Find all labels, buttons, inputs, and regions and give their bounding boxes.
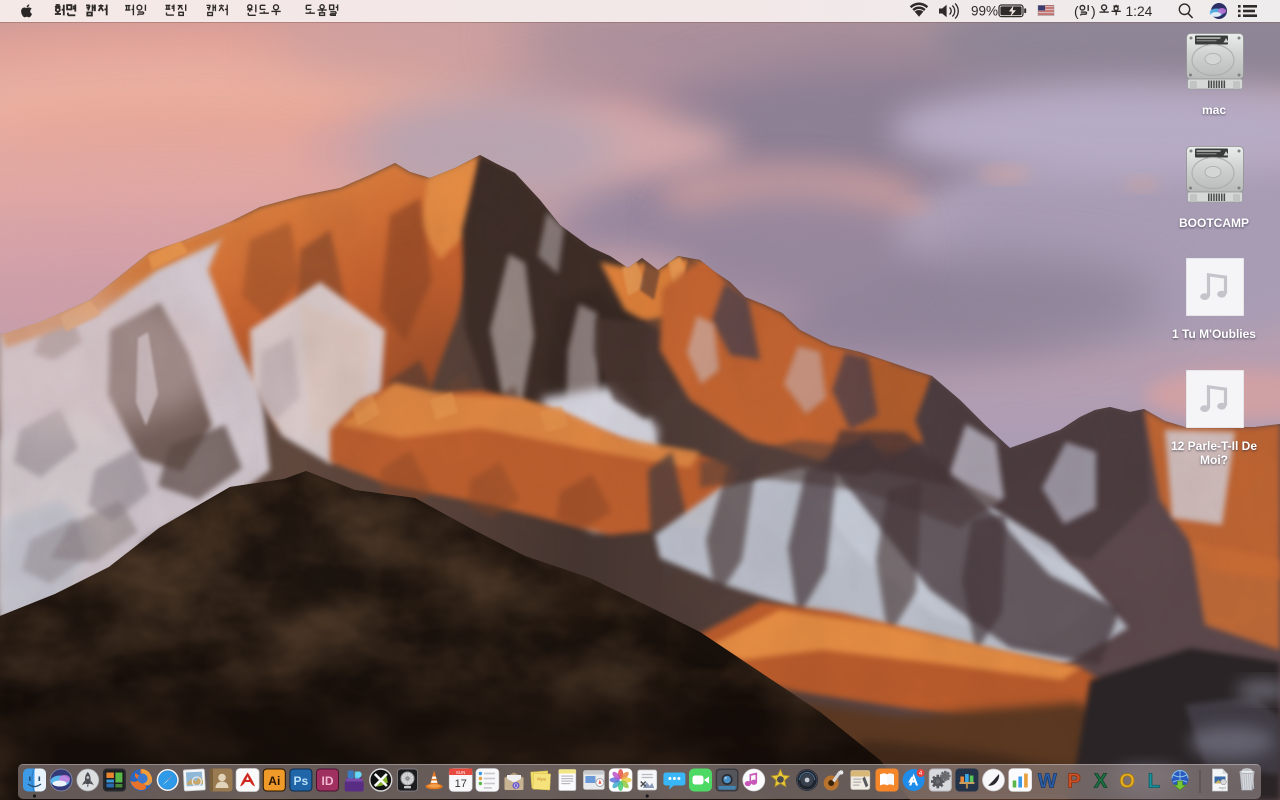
svg-text:1:24: 1:24 (1126, 4, 1153, 19)
svg-text:99%: 99% (971, 4, 998, 19)
svg-text:Ai: Ai (268, 774, 280, 788)
svg-text:X: X (1094, 771, 1108, 793)
svg-text:(: ( (1074, 3, 1079, 19)
svg-text:.mp4: .mp4 (1218, 786, 1226, 790)
svg-text:L: L (1148, 771, 1160, 793)
svg-text:SUN: SUN (456, 770, 466, 775)
svg-text:W: W (1038, 771, 1057, 793)
svg-text:Ps: Ps (294, 774, 309, 788)
svg-text:17: 17 (455, 778, 467, 790)
svg-text:Mym: Mym (537, 776, 547, 781)
svg-text:P: P (1067, 771, 1080, 793)
svg-text:ID: ID (322, 774, 334, 788)
svg-text:O: O (1119, 771, 1135, 793)
svg-text:): ) (1091, 3, 1096, 19)
svg-text:Q: Q (514, 784, 518, 790)
